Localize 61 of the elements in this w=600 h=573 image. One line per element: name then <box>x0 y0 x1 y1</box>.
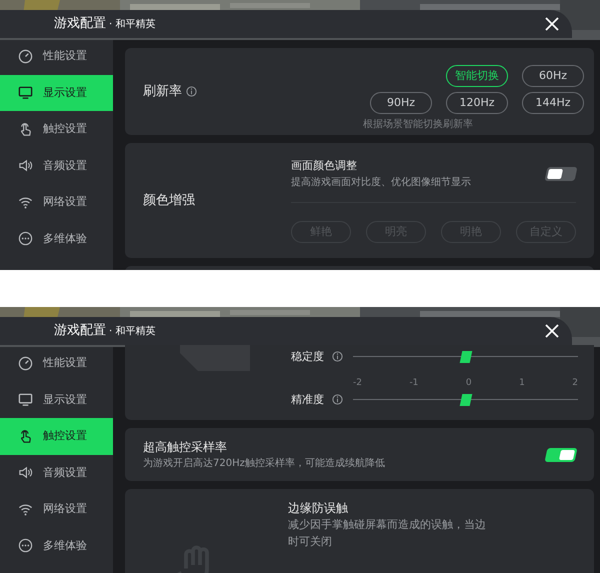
sidebar-item[interactable]: 音频设置 <box>0 148 113 184</box>
tick-label: 2 <box>572 377 578 390</box>
speaker-icon <box>18 465 33 480</box>
touch-icon <box>18 428 33 444</box>
setting-title: 超高触控采样率 <box>143 439 228 456</box>
slider-thumb[interactable] <box>459 394 472 406</box>
option-button[interactable]: 60Hz <box>522 65 584 87</box>
sidebar-item[interactable]: 显示设置 <box>0 382 113 418</box>
info-icon <box>332 351 343 362</box>
wifi-icon <box>18 502 33 517</box>
option-button[interactable]: 智能切换 <box>446 65 508 87</box>
setting-description: 提高游戏画面对比度、优化图像细节显示 <box>291 176 471 190</box>
sidebar-item[interactable]: 性能设置 <box>0 38 113 74</box>
option-button[interactable]: 90Hz <box>370 92 432 114</box>
sidebar-item[interactable]: 音频设置 <box>0 454 113 491</box>
sidebar-item[interactable]: 性能设置 <box>0 345 113 382</box>
setting-label: 刷新率 <box>143 82 182 101</box>
gauge-icon <box>18 356 33 371</box>
sidebar-item[interactable]: 显示设置 <box>0 74 113 111</box>
ellipsis-icon <box>18 231 33 246</box>
sidebar-item[interactable]: 多维体验 <box>0 220 113 257</box>
slider-label: 精准度 <box>291 392 324 408</box>
speaker-icon <box>18 158 33 174</box>
sidebar-item[interactable]: 网络设置 <box>0 184 113 220</box>
tick-label: -1 <box>409 377 418 390</box>
tick-label: 1 <box>519 377 525 390</box>
ellipsis-icon <box>18 538 33 554</box>
slider-track[interactable] <box>353 350 578 364</box>
slider-track[interactable] <box>353 392 578 407</box>
tick-label: 0 <box>466 377 472 390</box>
sidebar-item[interactable]: 触控设置 <box>0 111 113 148</box>
setting-title: 画面颜色调整 <box>291 158 358 174</box>
setting-description: 减少因手掌触碰屏幕而造成的误触，当边 <box>288 517 486 533</box>
sidebar-item[interactable]: 多维体验 <box>0 528 113 564</box>
window-title: 游戏配置 <box>54 15 106 34</box>
sidebar-item[interactable]: 网络设置 <box>0 491 113 528</box>
option-button[interactable]: 120Hz <box>446 92 508 114</box>
toggle-switch[interactable] <box>544 167 578 181</box>
setting-title: 边缘防误触 <box>288 500 349 517</box>
monitor-icon <box>18 85 33 100</box>
setting-label: 颜色增强 <box>143 192 196 210</box>
setting-description: 时可关闭 <box>288 534 333 550</box>
tick-label: -2 <box>353 377 362 390</box>
close-icon[interactable] <box>544 16 560 32</box>
wifi-icon <box>18 194 33 210</box>
touch-icon <box>18 122 33 137</box>
gauge-icon <box>18 48 33 64</box>
info-icon <box>186 86 197 97</box>
hint-text: 根据场景智能切换刷新率 <box>363 118 473 132</box>
close-icon[interactable] <box>544 323 560 339</box>
monitor-icon <box>18 392 33 408</box>
slider-label: 稳定度 <box>291 348 324 364</box>
option-button[interactable]: 144Hz <box>522 92 584 114</box>
setting-description: 为游戏开启高达720Hz触控采样率，可能造成续航降低 <box>143 456 385 471</box>
game-name: · 和平精英 <box>109 18 156 32</box>
sidebar-item[interactable]: 触控设置 <box>0 418 113 454</box>
game-name: · 和平精英 <box>109 324 156 338</box>
toggle-switch[interactable] <box>544 448 578 462</box>
info-icon <box>332 394 343 406</box>
slider-thumb[interactable] <box>459 350 472 363</box>
window-title: 游戏配置 <box>54 322 106 340</box>
